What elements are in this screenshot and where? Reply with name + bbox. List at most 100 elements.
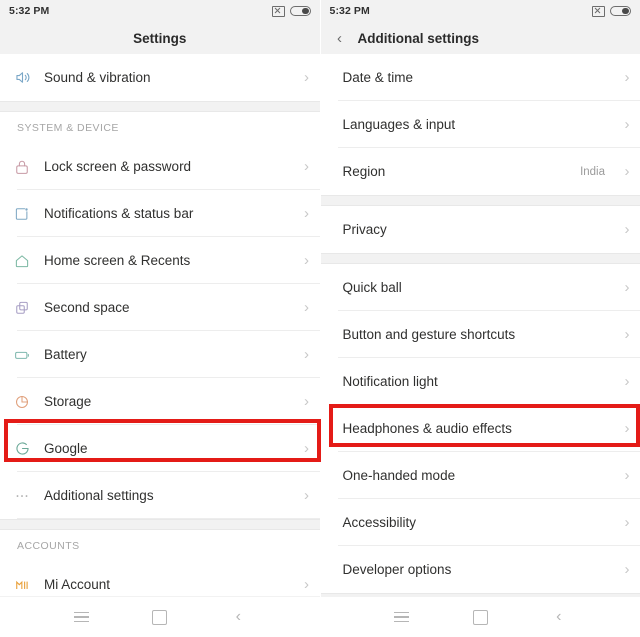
google-icon (0, 439, 44, 458)
chevron-right-icon: › (624, 163, 630, 180)
notifications-icon (0, 205, 44, 223)
chevron-right-icon: › (304, 252, 309, 269)
row-label: Sound & vibration (44, 70, 151, 85)
list-item-languages-input[interactable]: Languages & input › (320, 101, 640, 148)
chevron-right-icon: › (304, 487, 309, 504)
status-time: 5:32 PM (9, 5, 50, 17)
row-label: Developer options (342, 562, 452, 577)
sidebar-item-google[interactable]: Google › (0, 425, 320, 472)
chevron-right-icon: › (624, 467, 630, 484)
chevron-right-icon: › (624, 221, 630, 238)
section-header-accounts: ACCOUNTS (0, 530, 320, 561)
row-label: Battery (44, 347, 87, 362)
page-title: Settings (133, 30, 187, 46)
list-item-developer-options[interactable]: Developer options › (320, 546, 640, 593)
status-icon-group (592, 5, 631, 17)
list-item-headphones-audio-effects[interactable]: Headphones & audio effects › (320, 405, 640, 452)
chevron-right-icon: › (304, 393, 309, 410)
menu-icon[interactable] (64, 600, 98, 634)
status-bar-left: 5:32 PM (0, 0, 320, 22)
back-icon[interactable]: ‹ (221, 600, 255, 634)
additional-settings-list: Date & time › Languages & input › Region… (320, 54, 640, 596)
status-time: 5:32 PM (329, 5, 370, 17)
back-icon[interactable]: ‹ (542, 600, 576, 634)
row-label: Notifications & status bar (44, 206, 194, 221)
sidebar-item-lock-screen[interactable]: Lock screen & password › (0, 143, 320, 190)
menu-icon[interactable] (385, 600, 419, 634)
row-label: Second space (44, 300, 130, 315)
no-sim-icon (592, 5, 605, 17)
sidebar-item-additional-settings[interactable]: Additional settings › (0, 472, 320, 519)
chevron-right-icon: › (624, 116, 630, 133)
row-label: Date & time (342, 70, 414, 85)
mi-account-icon (0, 576, 44, 594)
list-item-quick-ball[interactable]: Quick ball › (320, 264, 640, 311)
chevron-right-icon: › (624, 279, 630, 296)
chevron-right-icon: › (624, 69, 630, 86)
list-item-region[interactable]: Region India › (320, 148, 640, 195)
sidebar-item-second-space[interactable]: Second space › (0, 284, 320, 331)
list-item-notification-light[interactable]: Notification light › (320, 358, 640, 405)
row-label: Privacy (342, 222, 387, 237)
group-separator (0, 519, 320, 530)
home-icon[interactable] (143, 600, 177, 634)
row-label: Headphones & audio effects (342, 421, 512, 436)
row-label: One-handed mode (342, 468, 456, 483)
row-label: Notification light (342, 374, 438, 389)
group-separator (320, 253, 640, 264)
sidebar-item-mi-account[interactable]: Mi Account › (0, 561, 320, 596)
section-header-system-device: SYSTEM & DEVICE (0, 112, 320, 143)
settings-list: Sound & vibration › SYSTEM & DEVICE Lock… (0, 54, 320, 596)
chevron-right-icon: › (304, 158, 309, 175)
nav-bar-left: ‹ (0, 596, 320, 637)
sidebar-item-notifications-status-bar[interactable]: Notifications & status bar › (0, 190, 320, 237)
lock-icon (0, 158, 44, 176)
battery-icon (610, 6, 631, 16)
home-icon[interactable] (463, 600, 497, 634)
sidebar-item-home-screen-recents[interactable]: Home screen & Recents › (0, 237, 320, 284)
row-label: Quick ball (342, 280, 402, 295)
list-item-one-handed-mode[interactable]: One-handed mode › (320, 452, 640, 499)
storage-icon (0, 393, 44, 411)
row-label: Lock screen & password (44, 159, 192, 174)
right-phone-screen: 5:32 PM ‹ Additional settings Date & tim… (320, 0, 640, 637)
group-separator (320, 195, 640, 206)
chevron-right-icon: › (304, 299, 309, 316)
sidebar-item-sound-vibration[interactable]: Sound & vibration › (0, 54, 320, 101)
region-value: India (580, 165, 605, 178)
chevron-right-icon: › (624, 514, 630, 531)
row-label: Button and gesture shortcuts (342, 327, 516, 342)
title-bar-settings: Settings (0, 22, 320, 54)
page-title: Additional settings (357, 30, 480, 46)
dual-screenshot-container: 5:32 PM Settings Sound & vibration › SYS… (0, 0, 640, 637)
list-item-date-time[interactable]: Date & time › (320, 54, 640, 101)
status-icon-group (271, 5, 311, 17)
battery-settings-icon (0, 346, 44, 364)
no-sim-icon (271, 5, 285, 17)
row-label: Home screen & Recents (44, 253, 191, 268)
sidebar-item-battery[interactable]: Battery › (0, 331, 320, 378)
list-item-button-gesture-shortcuts[interactable]: Button and gesture shortcuts › (320, 311, 640, 358)
battery-icon (289, 6, 311, 16)
chevron-right-icon: › (304, 346, 309, 363)
more-icon (0, 487, 44, 505)
row-label: Accessibility (342, 515, 417, 530)
group-separator (0, 101, 320, 112)
chevron-right-icon: › (304, 69, 309, 86)
chevron-right-icon: › (624, 326, 630, 343)
row-label: Storage (44, 394, 92, 409)
chevron-right-icon: › (304, 440, 309, 457)
chevron-right-icon: › (624, 561, 630, 578)
list-item-privacy[interactable]: Privacy › (320, 206, 640, 253)
left-phone-screen: 5:32 PM Settings Sound & vibration › SYS… (0, 0, 321, 637)
list-item-accessibility[interactable]: Accessibility › (320, 499, 640, 546)
sidebar-item-storage[interactable]: Storage › (0, 378, 320, 425)
row-label: Google (44, 441, 88, 456)
title-bar-additional-settings: ‹ Additional settings (320, 22, 640, 54)
back-chevron-icon[interactable]: ‹ (326, 30, 354, 47)
row-label: Region (342, 164, 386, 179)
second-space-icon (0, 299, 44, 317)
status-bar-right: 5:32 PM (320, 0, 640, 22)
chevron-right-icon: › (304, 576, 309, 593)
nav-bar-right: ‹ (320, 596, 640, 637)
